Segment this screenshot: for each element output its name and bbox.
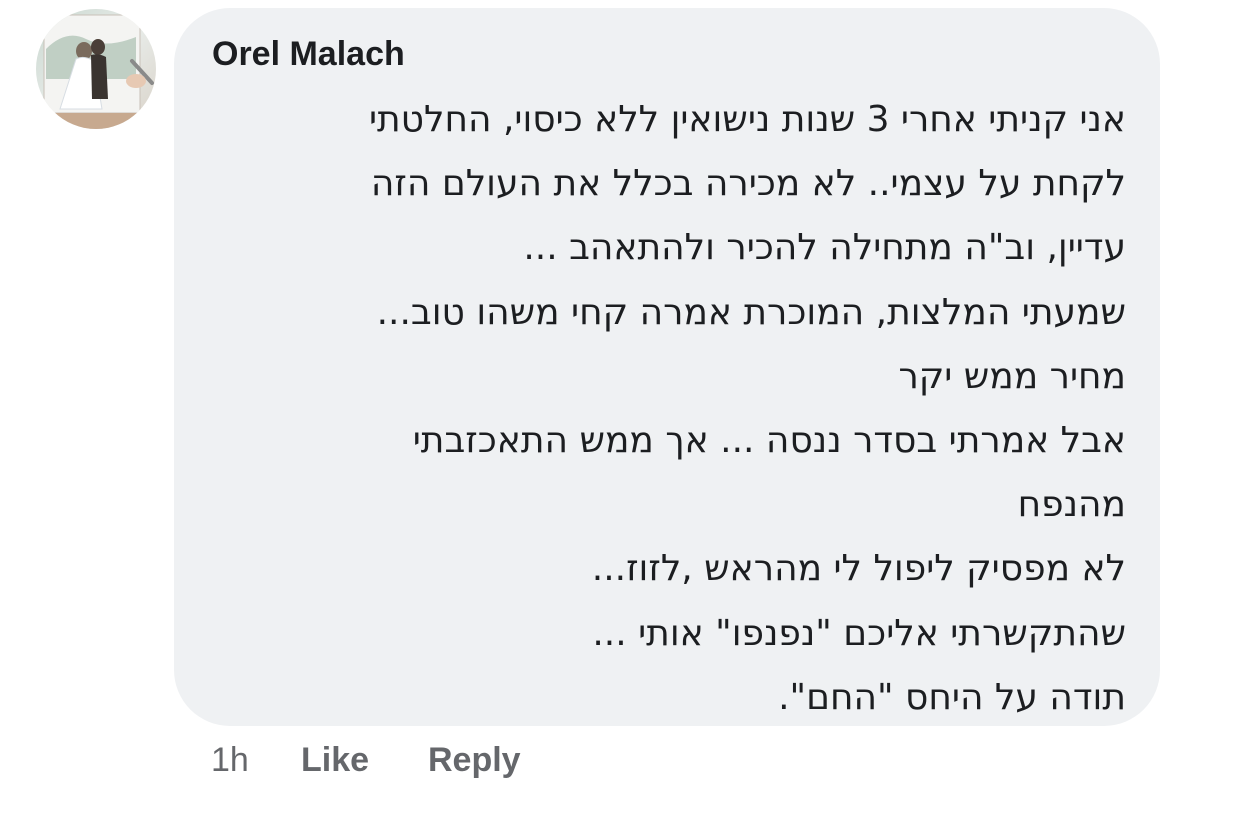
comment-line: מחיר ממש יקר <box>898 355 1126 397</box>
comment-line: שהתקשרתי אליכם "נפנפו" אותי ... <box>592 612 1126 654</box>
comment-line: לקחת על עצמי.. לא מכירה בכלל את העולם הז… <box>370 163 1126 205</box>
like-button[interactable]: Like <box>301 737 369 783</box>
comment-line: אני קניתי אחרי 3 שנות נישואין ללא כיסוי,… <box>368 99 1126 140</box>
comment-line: עדיין, וב"ה מתחילה להכיר ולהתאהב ... <box>523 227 1126 269</box>
comment-timestamp[interactable]: 1h <box>211 737 249 783</box>
comment-line: אבל אמרתי בסדר ננסה ... אך ממש התאכזבתי <box>412 419 1126 461</box>
comment-line: שמעתי המלצות, המוכרת אמרה קחי משהו טוב..… <box>376 291 1126 333</box>
reply-button[interactable]: Reply <box>428 737 521 783</box>
comment-text: אני קניתי אחרי 3 שנות נישואין ללא כיסוי,… <box>200 88 1126 730</box>
comment-line: תודה על היחס "החם". <box>778 676 1126 718</box>
comment-author[interactable]: Orel Malach <box>212 32 405 76</box>
comment-line: מהנפח <box>1017 484 1126 526</box>
profile-photo-icon <box>36 9 156 129</box>
comment-line: לא מפסיק ליפול לי מהראש ,לזוז... <box>591 548 1126 590</box>
avatar[interactable] <box>36 9 156 129</box>
